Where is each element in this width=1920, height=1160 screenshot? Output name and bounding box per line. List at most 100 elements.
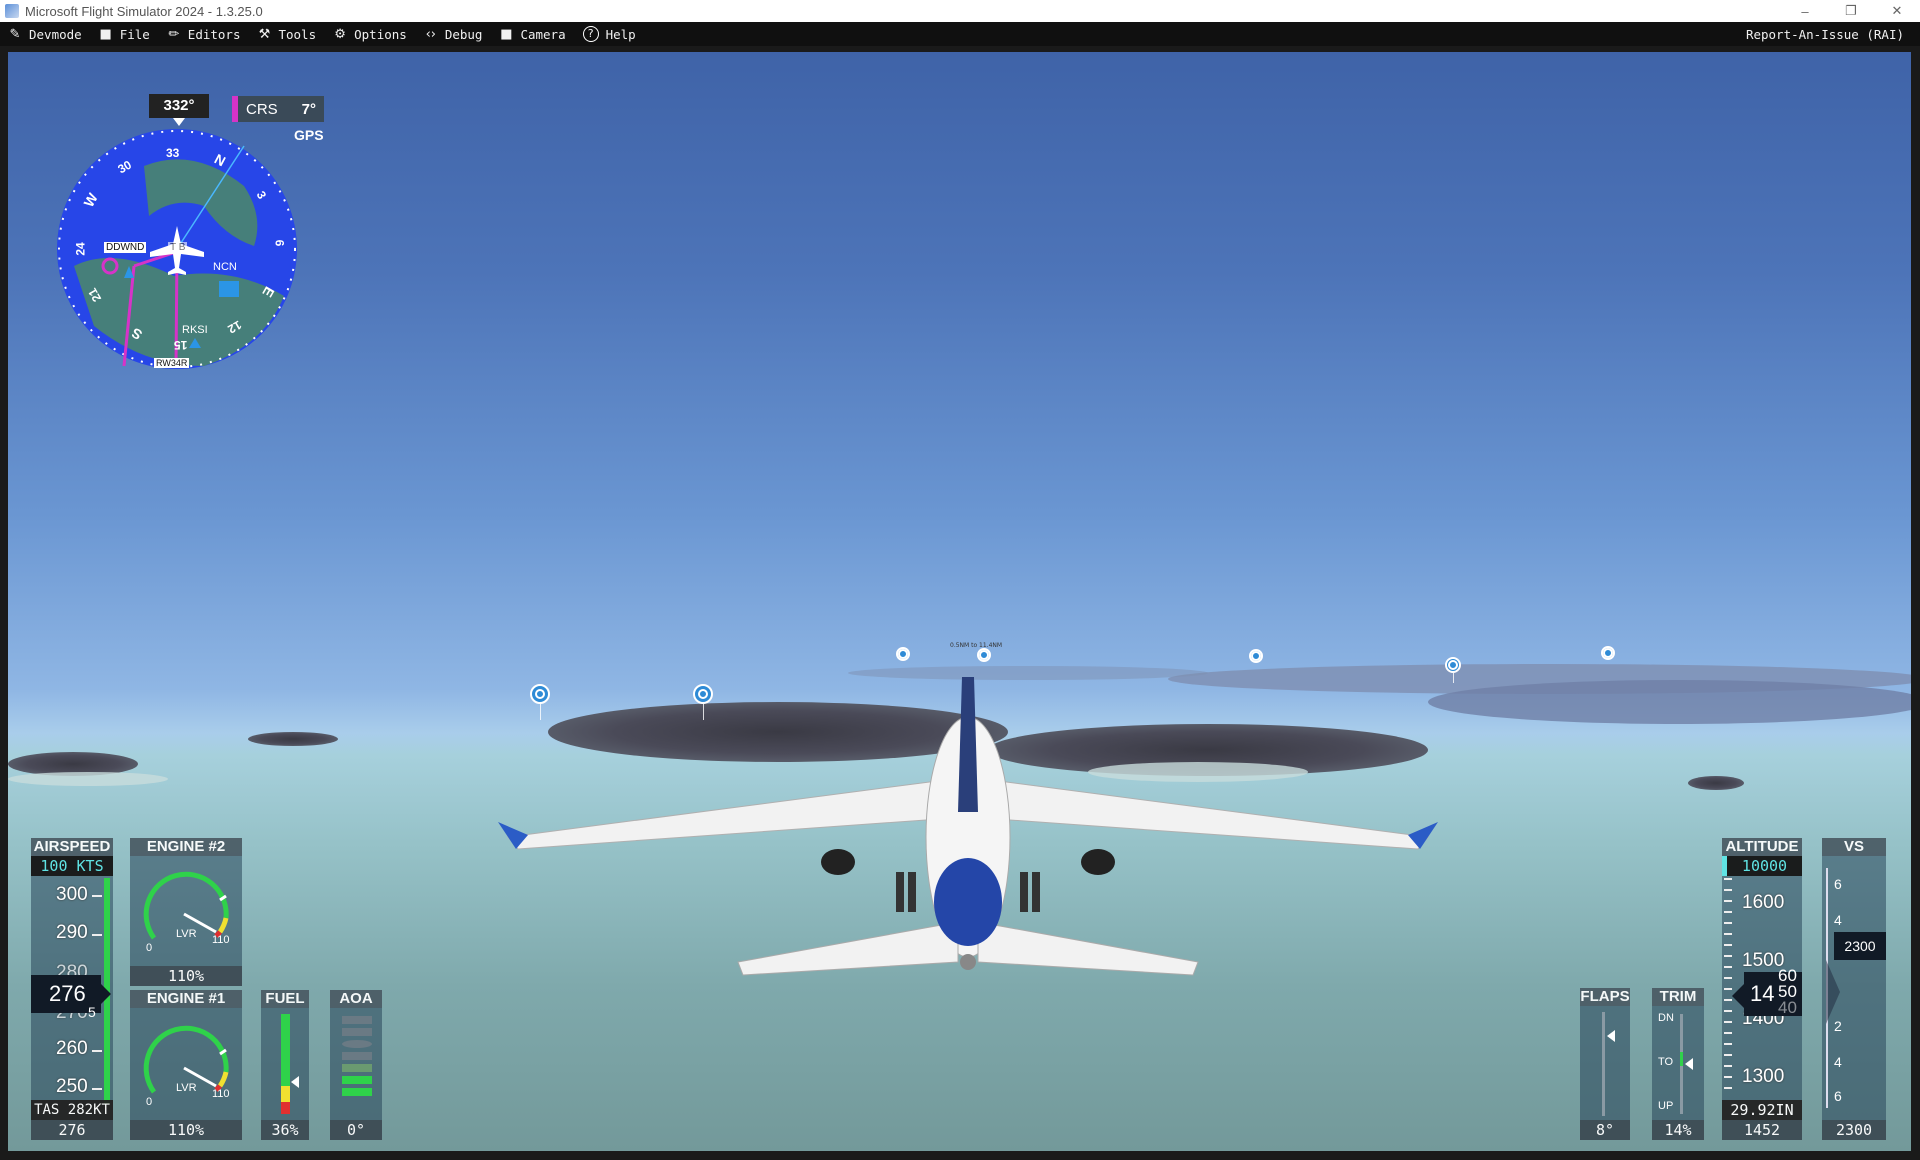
- altitude-tick-scale: [1724, 878, 1732, 1098]
- menu-camera[interactable]: ■ Camera: [491, 22, 574, 46]
- vs-value: 2300: [1822, 1120, 1886, 1140]
- airspeed-tick-label: 250: [56, 1076, 88, 1097]
- vs-tick-label: 4: [1834, 912, 1842, 928]
- altitude-current: 14: [1750, 981, 1775, 1006]
- compass-33: 33: [166, 146, 180, 160]
- tools-icon: ⚒: [258, 26, 271, 42]
- camera-icon: ■: [500, 26, 513, 42]
- airspeed-tick-label: 260: [56, 1038, 88, 1059]
- vs-tick-label: 6: [1834, 876, 1842, 892]
- aoa-label: AOA: [330, 990, 382, 1008]
- pencil-icon: ✏: [168, 26, 180, 42]
- course-label: CRS: [246, 100, 278, 118]
- menu-label: File: [119, 26, 150, 42]
- airspeed-tick: [92, 895, 102, 897]
- close-button[interactable]: ✕: [1874, 0, 1920, 22]
- code-icon: ‹›: [425, 26, 437, 42]
- altitude-roll-digit: 40: [1778, 998, 1797, 1017]
- engine1-lever: LVR: [176, 1082, 197, 1094]
- poi-marker[interactable]: [1445, 657, 1461, 673]
- island: [248, 732, 338, 746]
- trim-dn: DN: [1658, 1012, 1674, 1024]
- airspeed-selected: 100 KTS: [31, 856, 113, 876]
- vs-tick-label: 4: [1834, 1054, 1842, 1070]
- flaps-label: FLAPS: [1580, 988, 1630, 1006]
- altitude-label: ALTITUDE: [1722, 838, 1802, 856]
- compass-15: 15: [174, 338, 188, 352]
- report-issue-button[interactable]: Report-An-Issue (RAI): [1738, 22, 1920, 46]
- trim-to: TO: [1658, 1056, 1674, 1068]
- trim-pointer-icon: [1685, 1058, 1693, 1070]
- fuel-label: FUEL: [261, 990, 309, 1008]
- altitude-roller: 60 50 40: [1778, 968, 1802, 1020]
- compass-24: 24: [73, 242, 88, 256]
- waypoint-ddwnd: DDWND: [104, 242, 147, 253]
- fuel-level-pointer-icon: [291, 1076, 299, 1088]
- trim-label: TRIM: [1652, 988, 1704, 1006]
- menu-tools[interactable]: ⚒ Tools: [249, 22, 325, 46]
- engine1-max: 110: [212, 1088, 230, 1100]
- island: [1688, 776, 1744, 790]
- poi-marker[interactable]: [977, 648, 991, 662]
- vs-tick-label: 2: [1834, 1018, 1842, 1034]
- minimize-button[interactable]: –: [1782, 0, 1828, 22]
- window-title: Microsoft Flight Simulator 2024 - 1.3.25…: [25, 3, 263, 19]
- runway-label: RW34R: [154, 358, 190, 368]
- help-icon: ?: [582, 26, 599, 42]
- menu-devmode[interactable]: ✎ Devmode: [0, 22, 91, 46]
- dev-menu-bar: ✎ Devmode ■ File ✏ Editors ⚒ Tools ⚙ Options …: [0, 22, 1920, 46]
- poi-marker[interactable]: [896, 647, 910, 661]
- menu-options[interactable]: ⚙ Options: [325, 22, 416, 46]
- heading-readout: 332°: [149, 94, 209, 118]
- scenery-distance-tag: 0.5NM to 11.4NM: [950, 642, 1003, 649]
- menu-label: Debug: [444, 26, 483, 42]
- flaps-value: 8°: [1580, 1120, 1630, 1140]
- engine1-label: ENGINE #1: [130, 990, 242, 1008]
- airspeed-tick-label: 300: [56, 884, 88, 905]
- engine1-value: 110%: [130, 1120, 242, 1140]
- waypoint-ncn: NCN: [213, 261, 237, 273]
- folder-icon: ■: [99, 26, 112, 42]
- compass-6: 6: [272, 239, 287, 247]
- poi-marker[interactable]: [1249, 649, 1263, 663]
- menu-label: Devmode: [29, 26, 82, 42]
- altitude-value: 1452: [1722, 1120, 1802, 1140]
- menu-file[interactable]: ■ File: [91, 22, 159, 46]
- flight-viewport[interactable]: 0.5NM to 11.4NM 332° CRS 7° GPS N 33 30 …: [8, 52, 1911, 1151]
- flaps-gauge-panel: [1580, 1006, 1630, 1120]
- airspeed-tick: [92, 934, 102, 936]
- flaps-track: [1602, 1012, 1605, 1116]
- course-value: 7°: [301, 100, 316, 118]
- window-title-bar: Microsoft Flight Simulator 2024 - 1.3.25…: [0, 0, 1920, 22]
- aoa-bars: [342, 1016, 372, 1116]
- menu-label: Editors: [187, 26, 241, 42]
- altitude-pointer-icon: [1732, 984, 1744, 1008]
- engine2-max: 110: [212, 934, 230, 946]
- trim-green-band: [1680, 1052, 1683, 1066]
- altitude-selected: 10000: [1722, 856, 1802, 876]
- vs-tick-label: 6: [1834, 1088, 1842, 1104]
- airspeed-label: AIRSPEED: [31, 838, 113, 856]
- engine2-value: 110%: [130, 966, 242, 986]
- menu-help[interactable]: ? Help: [575, 22, 645, 46]
- edit-icon: ✎: [9, 26, 21, 42]
- restore-button[interactable]: ❐: [1828, 0, 1874, 22]
- waypoint-rksi: RKSI: [182, 324, 208, 336]
- menu-label: Options: [354, 26, 407, 42]
- heading-pointer-icon: [173, 118, 185, 126]
- trim-up: UP: [1658, 1100, 1674, 1112]
- menu-label: Help: [605, 26, 636, 42]
- engine2-label: ENGINE #2: [130, 838, 242, 856]
- fuel-gauge-bar: [281, 1014, 290, 1114]
- aircraft-model: [498, 677, 1438, 976]
- airspeed-tick-label: 290: [56, 922, 88, 943]
- gear-icon: ⚙: [334, 26, 346, 42]
- airspeed-tick: [92, 1088, 102, 1090]
- trim-value: 14%: [1652, 1120, 1704, 1140]
- poi-marker[interactable]: [1601, 646, 1615, 660]
- menu-debug[interactable]: ‹› Debug: [416, 22, 492, 46]
- menu-editors[interactable]: ✏ Editors: [159, 22, 250, 46]
- flaps-pointer-icon: [1607, 1030, 1615, 1042]
- airspeed-tick: [92, 1050, 102, 1052]
- course-box: CRS 7°: [232, 96, 324, 122]
